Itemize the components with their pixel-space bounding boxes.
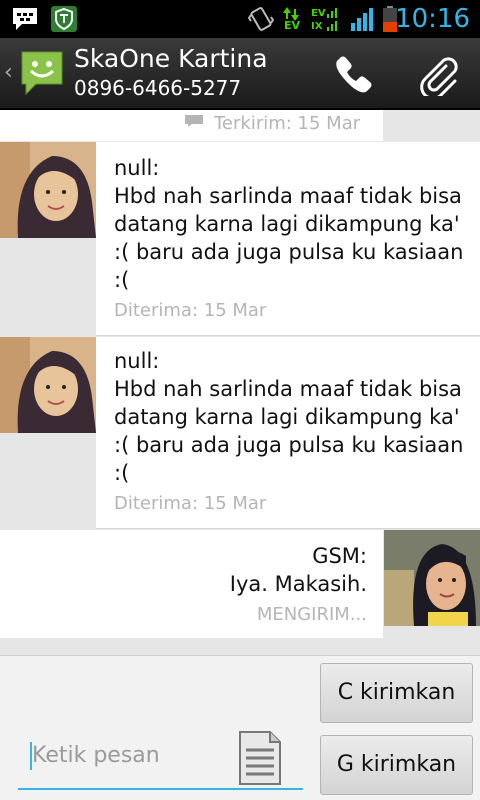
- back-chevron-icon[interactable]: ‹: [4, 60, 13, 85]
- message-body: Hbd nah sarlinda maaf tidak bisa datang …: [114, 184, 464, 292]
- sim2-network-label: IX: [311, 21, 323, 32]
- message-bubble-received[interactable]: null: Hbd nah sarlinda maaf tidak bisa d…: [96, 337, 480, 529]
- messaging-app-icon[interactable]: [18, 48, 66, 98]
- message-body: Iya. Makasih.: [229, 572, 367, 596]
- call-icon[interactable]: [332, 52, 376, 96]
- message-input-placeholder: Ketik pesan: [32, 743, 160, 768]
- shield-notification-icon: [51, 6, 77, 32]
- contact-phone-number: 0896-6466-5277: [74, 76, 242, 100]
- message-bubble-received[interactable]: null: Hbd nah sarlinda maaf tidak bisa d…: [96, 142, 480, 336]
- my-avatar[interactable]: [384, 530, 480, 626]
- action-bar: ‹ SkaOne Kartina 0896-6466-5277: [0, 38, 480, 110]
- attachment-icon[interactable]: [416, 52, 460, 96]
- message-timestamp: Diterima: 15 Mar: [114, 493, 267, 514]
- message-body: Hbd nah sarlinda maaf tidak bisa datang …: [114, 377, 464, 485]
- message-sender: null:: [114, 156, 160, 180]
- message-timestamp: Diterima: 15 Mar: [114, 300, 267, 321]
- signal-strength-icon: [351, 8, 373, 31]
- sim1-network-label: EV: [311, 8, 326, 19]
- message-sender: null:: [114, 349, 160, 373]
- dual-signal-icon: [327, 8, 337, 31]
- contact-avatar[interactable]: [0, 337, 96, 433]
- message-bubble-sent[interactable]: Terkirim: 15 Mar: [0, 110, 383, 141]
- network-type-label: EV: [284, 19, 301, 32]
- contact-avatar[interactable]: [0, 142, 96, 238]
- message-list[interactable]: Terkirim: 15 Mar null: Hbd nah sarlinda …: [0, 110, 480, 655]
- send-button-sim-g[interactable]: G kirimkan: [320, 735, 473, 795]
- sent-status-icon: [185, 115, 203, 127]
- contact-name: SkaOne Kartina: [74, 44, 268, 73]
- vibrate-icon: [248, 7, 274, 31]
- status-bar: EV EV IX 10:16: [0, 0, 480, 38]
- message-timestamp: Terkirim: 15 Mar: [214, 113, 361, 134]
- message-sending-status: MENGIRIM...: [256, 604, 367, 625]
- message-sender: GSM:: [312, 544, 367, 568]
- message-bubble-sent[interactable]: GSM: Iya. Makasih. MENGIRIM...: [0, 530, 383, 638]
- status-time: 10:16: [395, 4, 470, 34]
- bbm-notification-icon: [13, 8, 37, 30]
- send-button-sim-c[interactable]: C kirimkan: [320, 663, 473, 723]
- compose-bar: C kirimkan G kirimkan Ketik pesan: [0, 655, 480, 800]
- message-input[interactable]: Ketik pesan: [18, 728, 303, 790]
- template-icon[interactable]: [238, 730, 282, 786]
